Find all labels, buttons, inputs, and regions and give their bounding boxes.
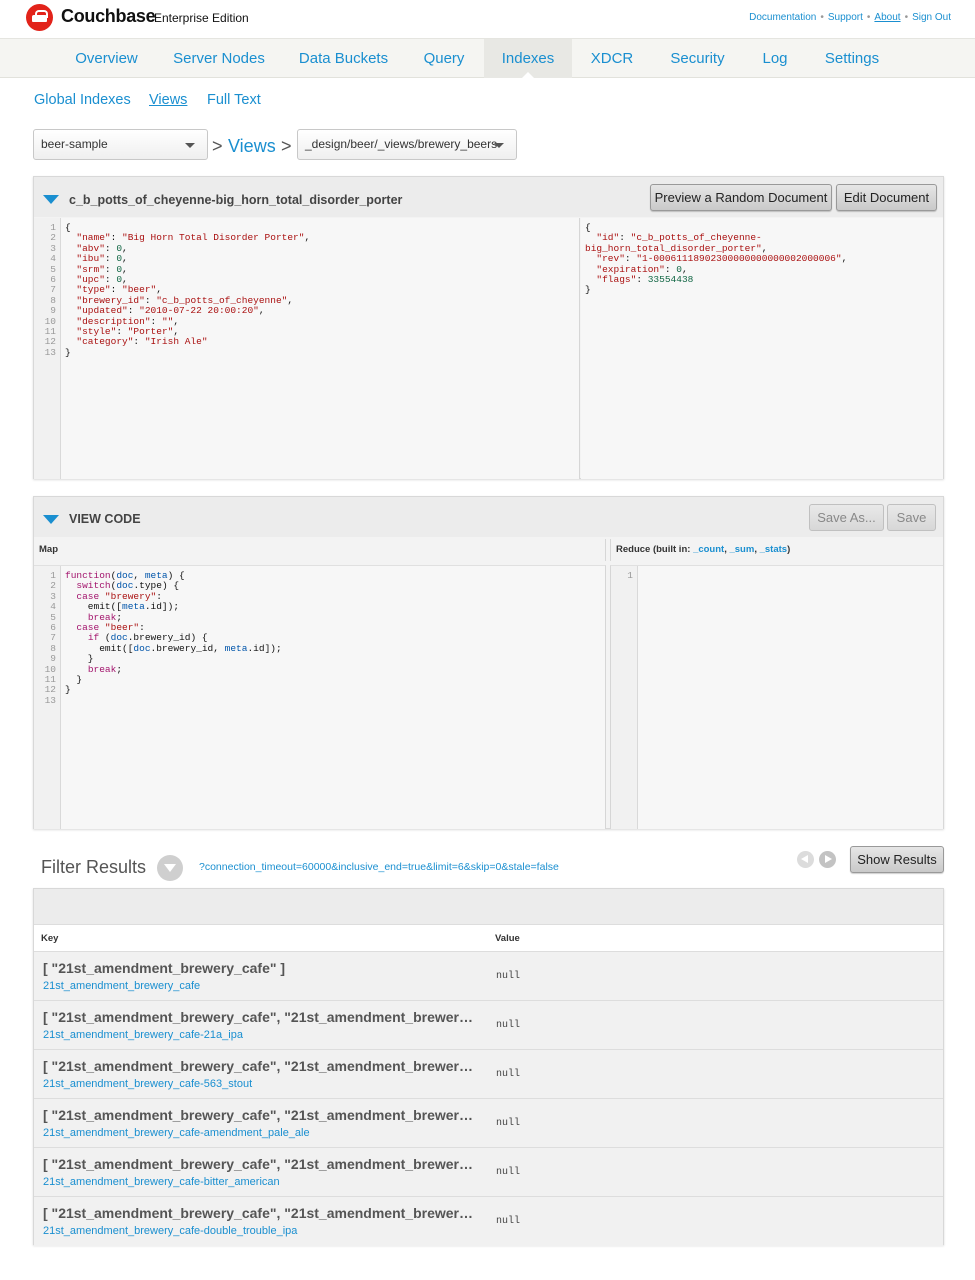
row-key: [ "21st_amendment_brewery_cafe", "21st_a…: [43, 1205, 473, 1221]
row-key: [ "21st_amendment_brewery_cafe", "21st_a…: [43, 1156, 473, 1172]
filter-query-link[interactable]: ?connection_timeout=60000&inclusive_end=…: [199, 861, 559, 873]
map-label: Map: [34, 539, 606, 561]
reduce-label: Reduce (built in: _count, _sum, _stats): [610, 539, 943, 561]
results-header-row: Key Value: [34, 924, 943, 952]
row-value: null: [496, 971, 521, 982]
chevron-down-icon: [494, 143, 504, 148]
tab-xdcr[interactable]: XDCR: [578, 39, 646, 78]
row-doc-id-link[interactable]: 21st_amendment_brewery_cafe: [43, 980, 200, 992]
reduce-label-text: Reduce (built in:: [616, 544, 694, 555]
chevron-down-icon: [185, 143, 195, 148]
row-doc-id-link[interactable]: 21st_amendment_brewery_cafe-563_stout: [43, 1078, 252, 1090]
edition-label: Enterprise Edition: [154, 11, 249, 25]
document-panel-header: c_b_potts_of_cheyenne-big_horn_total_dis…: [34, 177, 943, 217]
row-doc-id-link[interactable]: 21st_amendment_brewery_cafe-bitter_ameri…: [43, 1176, 280, 1188]
previous-page-icon[interactable]: [797, 851, 814, 868]
save-as-button[interactable]: Save As...: [809, 504, 884, 531]
views-crumb-link[interactable]: Views: [228, 136, 276, 157]
table-row: [ "21st_amendment_brewery_cafe", "21st_a…: [34, 1001, 943, 1050]
row-value: null: [496, 1216, 521, 1227]
row-doc-id-link[interactable]: 21st_amendment_brewery_cafe-amendment_pa…: [43, 1127, 310, 1139]
app-header: Couchbase Enterprise Edition Documentati…: [0, 0, 975, 37]
table-row: [ "21st_amendment_brewery_cafe", "21st_a…: [34, 1197, 943, 1246]
tab-indexes[interactable]: Indexes: [484, 39, 572, 78]
tab-server-nodes[interactable]: Server Nodes: [161, 39, 277, 78]
view-code-panel-header: VIEW CODE Save As... Save: [34, 497, 943, 537]
subnav-full-text[interactable]: Full Text: [207, 92, 261, 108]
tab-data-buckets[interactable]: Data Buckets: [285, 39, 402, 78]
save-button[interactable]: Save: [887, 504, 936, 531]
row-doc-id-link[interactable]: 21st_amendment_brewery_cafe-double_troub…: [43, 1225, 297, 1237]
document-json-editor[interactable]: 1 2 3 4 5 6 7 8 9 10 11 12 13 { "name": …: [34, 218, 580, 479]
crumb-separator: >: [212, 136, 223, 156]
row-key: [ "21st_amendment_brewery_cafe" ]: [43, 960, 286, 976]
link-separator: •: [866, 12, 871, 23]
row-key: [ "21st_amendment_brewery_cafe", "21st_a…: [43, 1107, 473, 1123]
row-value: null: [496, 1167, 521, 1178]
support-link[interactable]: Support: [828, 12, 863, 23]
tab-log[interactable]: Log: [748, 39, 802, 78]
bucket-select[interactable]: beer-sample: [33, 129, 208, 160]
reduce-sum-link[interactable]: _sum: [729, 544, 754, 555]
key-column-header: Key: [41, 933, 59, 944]
metadata-json: { "id": "c_b_potts_of_cheyenne- big_horn…: [585, 222, 848, 296]
reduce-label-close: ): [787, 544, 791, 555]
about-link[interactable]: About: [874, 12, 900, 23]
row-key: [ "21st_amendment_brewery_cafe", "21st_a…: [43, 1058, 473, 1074]
reduce-count-link[interactable]: _count: [693, 544, 724, 555]
value-column-header: Value: [495, 933, 520, 944]
link-separator: •: [820, 12, 824, 23]
row-doc-id-link[interactable]: 21st_amendment_brewery_cafe-21a_ipa: [43, 1029, 243, 1041]
couchbase-logo-icon: [26, 4, 53, 31]
brand-name: Couchbase: [61, 6, 156, 26]
design-doc-select[interactable]: _design/beer/_views/brewery_beers: [297, 129, 517, 160]
row-value: null: [496, 1118, 521, 1129]
table-row: [ "21st_amendment_brewery_cafe", "21st_a…: [34, 1148, 943, 1197]
line-numbers: 1: [611, 566, 638, 829]
filter-toggle-icon[interactable]: [157, 855, 183, 881]
row-key: [ "21st_amendment_brewery_cafe", "21st_a…: [43, 1009, 473, 1025]
line-numbers: 1 2 3 4 5 6 7 8 9 10 11 12 13: [34, 218, 61, 479]
map-function-code: function(doc, meta) { switch(doc.type) {…: [65, 570, 282, 696]
link-separator: •: [904, 12, 909, 23]
view-code-title: VIEW CODE: [69, 512, 141, 526]
reduce-stats-link[interactable]: _stats: [760, 544, 787, 555]
subnav-views[interactable]: Views: [149, 92, 187, 108]
reduce-function-editor[interactable]: 1: [610, 565, 943, 829]
tab-overview[interactable]: Overview: [58, 39, 155, 78]
next-page-icon[interactable]: [819, 851, 836, 868]
collapse-triangle-icon[interactable]: [43, 515, 59, 524]
crumb-separator: >: [281, 136, 292, 156]
table-row: [ "21st_amendment_brewery_cafe", "21st_a…: [34, 1099, 943, 1148]
filter-results-title: Filter Results: [41, 857, 147, 877]
view-code-panel: VIEW CODE Save As... Save Map Reduce (bu…: [33, 496, 944, 829]
table-row: [ "21st_amendment_brewery_cafe", "21st_a…: [34, 1050, 943, 1099]
metadata-json-viewer: { "id": "c_b_potts_of_cheyenne- big_horn…: [581, 218, 943, 479]
document-id: c_b_potts_of_cheyenne-big_horn_total_dis…: [69, 193, 403, 207]
document-panel: c_b_potts_of_cheyenne-big_horn_total_dis…: [33, 176, 944, 479]
tab-settings[interactable]: Settings: [810, 39, 894, 78]
edit-document-button[interactable]: Edit Document: [836, 184, 937, 211]
sign-out-link[interactable]: Sign Out: [912, 12, 951, 23]
map-function-editor[interactable]: 1 2 3 4 5 6 7 8 9 10 11 12 13 function(d…: [34, 565, 606, 829]
show-results-button[interactable]: Show Results: [850, 846, 944, 873]
preview-random-document-button[interactable]: Preview a Random Document: [650, 184, 832, 211]
bucket-select-value: beer-sample: [41, 137, 108, 151]
line-numbers: 1 2 3 4 5 6 7 8 9 10 11 12 13: [34, 566, 61, 829]
collapse-triangle-icon[interactable]: [43, 195, 59, 204]
document-json: { "name": "Big Horn Total Disorder Porte…: [65, 222, 311, 358]
tab-query[interactable]: Query: [409, 39, 479, 78]
table-row: [ "21st_amendment_brewery_cafe" ] 21st_a…: [34, 952, 943, 1001]
documentation-link[interactable]: Documentation: [749, 12, 816, 23]
top-links: Documentation • Support • About • Sign Out: [749, 12, 951, 23]
row-value: null: [496, 1020, 521, 1031]
main-nav: Overview Server Nodes Data Buckets Query…: [0, 38, 975, 78]
results-table: Key Value [ "21st_amendment_brewery_cafe…: [33, 888, 944, 1246]
results-toolbar: [34, 889, 943, 924]
tab-security[interactable]: Security: [655, 39, 740, 78]
row-value: null: [496, 1069, 521, 1080]
design-doc-select-value: _design/beer/_views/brewery_beers: [305, 137, 498, 151]
subnav-global-indexes[interactable]: Global Indexes: [34, 92, 131, 108]
